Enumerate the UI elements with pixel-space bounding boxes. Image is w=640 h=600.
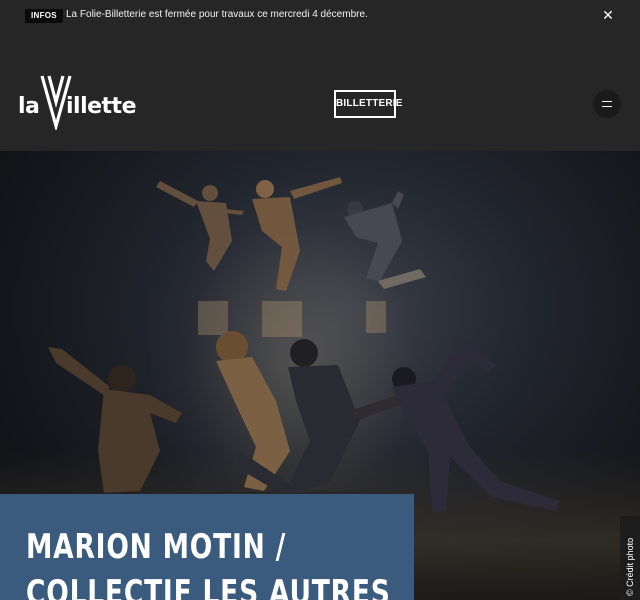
site-logo[interactable]: la illette xyxy=(18,74,142,130)
site-header: la illette BILLETTERIE xyxy=(0,32,640,151)
hamburger-menu-icon[interactable] xyxy=(593,90,621,118)
billetterie-button[interactable]: BILLETTERIE xyxy=(334,90,402,118)
info-banner: INFOS La Folie-Billetterie est fermée po… xyxy=(0,0,640,32)
logo-text-left: la xyxy=(18,94,40,119)
hero-title-box: MARION MOTIN / COLLECTIF LES AUTRES xyxy=(0,494,414,600)
hero-title: MARION MOTIN / COLLECTIF LES AUTRES xyxy=(26,524,391,600)
info-tag: INFOS xyxy=(25,9,63,23)
photo-credit[interactable]: © Crédit photo xyxy=(620,516,640,600)
info-message: La Folie-Billetterie est fermée pour tra… xyxy=(66,9,368,20)
hero-title-line-2: COLLECTIF LES AUTRES xyxy=(26,573,391,600)
photo-credit-text: © Crédit photo xyxy=(625,537,635,596)
logo-text-right: illette xyxy=(66,94,137,119)
hero-banner: MARION MOTIN / COLLECTIF LES AUTRES © Cr… xyxy=(0,151,640,600)
close-icon[interactable]: ✕ xyxy=(600,7,616,23)
hero-title-line-1: MARION MOTIN / xyxy=(26,527,287,567)
